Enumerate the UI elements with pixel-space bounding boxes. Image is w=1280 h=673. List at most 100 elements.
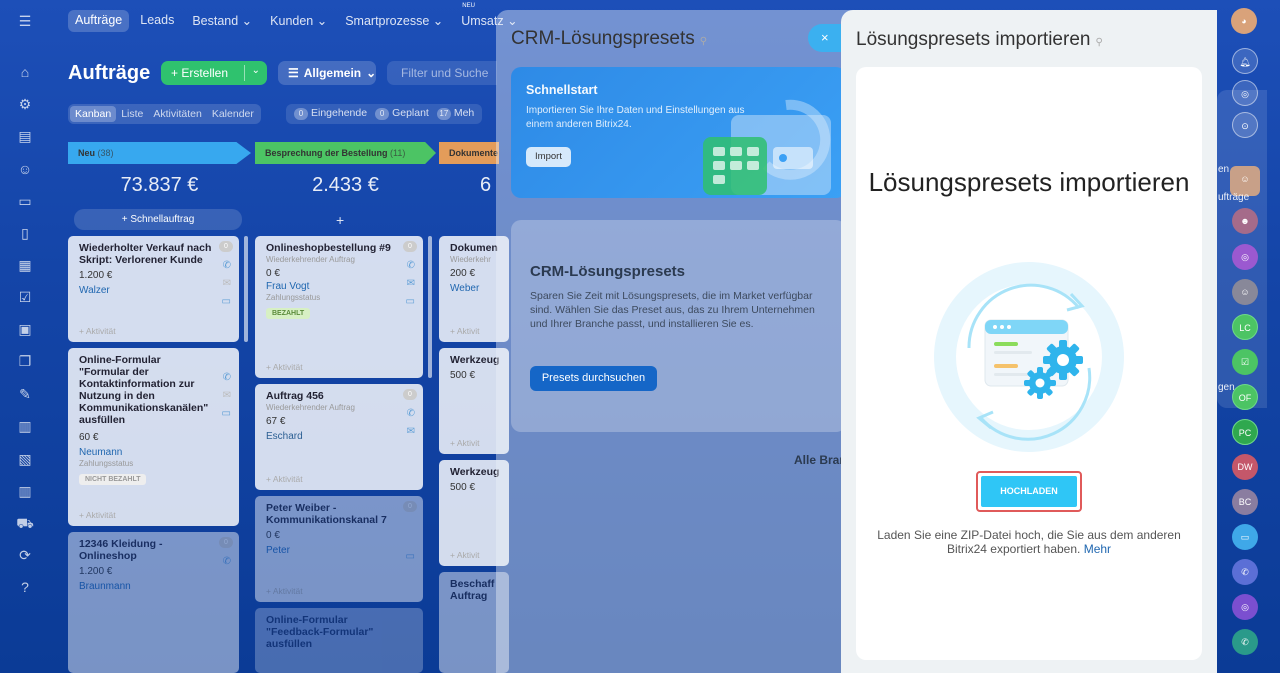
kanban-card[interactable]: Onlineshopbestellung #9 Wiederkehrender … (255, 236, 423, 378)
chat-avatar[interactable]: LC (1232, 314, 1258, 340)
copy-icon[interactable]: ❐ (16, 352, 34, 370)
tab-aktivitaeten[interactable]: Aktivitäten (148, 106, 206, 122)
chat-avatar[interactable]: DW (1232, 454, 1258, 480)
bell-icon[interactable]: 🔔︎ (1232, 48, 1258, 74)
column-header-dokumente[interactable]: Dokumente (439, 142, 499, 164)
chat-avatar[interactable]: BC (1232, 489, 1258, 515)
settings-icon[interactable]: ⚙ (16, 95, 34, 113)
gallery-icon[interactable]: ▧ (16, 450, 34, 468)
crm-icon[interactable]: ▭ (16, 192, 34, 210)
phone-icon[interactable]: ✆ (407, 260, 415, 271)
card-title[interactable]: Online-Formular "Feedback-Formular" ausf… (266, 614, 406, 650)
close-slider-button[interactable]: × (808, 24, 842, 52)
copilot-icon[interactable]: ◎ (1232, 80, 1258, 106)
column-scrollbar[interactable] (244, 236, 248, 342)
inventory-icon[interactable]: ▥ (16, 417, 34, 435)
chevron-down-icon[interactable]: ⌄ (252, 65, 260, 76)
add-activity-link[interactable]: + Aktivität (266, 586, 303, 596)
menu-icon[interactable]: ☰ (16, 12, 34, 30)
kanban-card[interactable]: Peter Weiber - Kommunikationskanal 7 0 €… (255, 496, 423, 602)
chat-avatar[interactable]: ☑ (1232, 349, 1258, 375)
kanban-card[interactable]: Online-Formular "Formular der Kontaktinf… (68, 348, 239, 526)
nav-bestand[interactable]: Bestand ⌄ (185, 10, 259, 32)
add-activity-link[interactable]: + Aktivität (266, 362, 303, 372)
quick-order-button[interactable]: + Schnellauftrag (74, 209, 242, 230)
automation-icon[interactable]: ⟳ (16, 546, 34, 564)
phone-icon[interactable]: ✆ (223, 556, 231, 567)
upload-button[interactable]: HOCHLADEN (981, 476, 1077, 507)
counter-planned[interactable]: 0 Geplant (375, 107, 429, 121)
card-title[interactable]: Werkzeug (450, 354, 499, 366)
help-icon[interactable]: ? (16, 578, 34, 596)
chat-avatar[interactable]: OF (1232, 384, 1258, 410)
pin-icon[interactable]: ⚲ (1095, 37, 1102, 48)
feed-icon[interactable]: ▤ (16, 127, 34, 145)
mail-icon[interactable]: ✉ (223, 278, 231, 289)
pin-icon[interactable]: ⚲ (700, 36, 707, 47)
add-card-button[interactable]: + (336, 212, 344, 228)
user-avatar[interactable]: ◕ (1231, 8, 1257, 34)
card-contact[interactable]: Neumann (79, 447, 228, 458)
column-header-besprechung[interactable]: Besprechung der Bestellung (11) (255, 142, 436, 164)
nav-auftraege[interactable]: Aufträge (68, 10, 130, 32)
nav-smartprozesse[interactable]: Smartprozesse ⌄ (338, 10, 450, 32)
browse-presets-button[interactable]: Presets durchsuchen (530, 366, 657, 391)
tab-kanban[interactable]: Kanban (70, 106, 117, 122)
card-contact[interactable]: Weber (450, 283, 498, 294)
phone-icon[interactable]: ✆ (223, 372, 231, 383)
kanban-card[interactable]: Wiederholter Verkauf nach Skript: Verlor… (68, 236, 239, 342)
add-activity-link[interactable]: + Aktivit (450, 550, 480, 560)
add-activity-link[interactable]: + Aktivität (79, 326, 116, 336)
nav-kunden[interactable]: Kunden ⌄ (263, 10, 334, 32)
chat-avatar[interactable]: PC (1232, 419, 1258, 445)
chat-avatar[interactable]: ◎ (1232, 244, 1258, 270)
add-activity-link[interactable]: + Aktivität (266, 474, 303, 484)
search-input[interactable]: Filter und Suche (387, 61, 497, 85)
documents-icon[interactable]: ▯ (16, 224, 34, 242)
counter-incoming[interactable]: 0 Eingehende (294, 107, 367, 121)
add-activity-link[interactable]: + Aktivität (79, 510, 116, 520)
home-icon[interactable]: ⌂ (16, 63, 34, 81)
contacts-icon[interactable]: ☺ (16, 160, 34, 178)
card-title[interactable]: Peter Weiber - Kommunikationskanal 7 (266, 502, 396, 526)
filter-preset-button[interactable]: ☰ Allgemein ⌄ (278, 61, 376, 85)
chat-icon[interactable]: ▭ (406, 551, 415, 562)
analytics-icon[interactable]: ▥ (16, 482, 34, 500)
card-title[interactable]: Onlineshopbestellung #9 (266, 242, 412, 254)
chat-icon[interactable]: ▭ (222, 408, 231, 419)
chat-avatar[interactable]: ☺ (1232, 279, 1258, 305)
card-contact[interactable]: Walzer (79, 285, 228, 296)
card-title[interactable]: Werkzeug (450, 466, 499, 478)
card-title[interactable]: Wiederholter Verkauf nach Skript: Verlor… (79, 242, 214, 266)
mail-icon[interactable]: ✉ (223, 390, 231, 401)
card-contact[interactable]: Frau Vogt (266, 281, 412, 292)
card-contact[interactable]: Braunmann (79, 581, 228, 592)
phone-icon[interactable]: ✆ (1232, 629, 1258, 655)
import-button[interactable]: Import (526, 147, 571, 167)
phone-icon[interactable]: ✆ (407, 408, 415, 419)
chat-avatar[interactable]: ◎ (1232, 594, 1258, 620)
kanban-card[interactable]: Auftrag 456 Wiederkehrender Auftrag 67 €… (255, 384, 423, 490)
tab-kalender[interactable]: Kalender (207, 106, 259, 122)
chat-icon[interactable]: ▭ (222, 296, 231, 307)
chat-icon[interactable]: ▭ (406, 296, 415, 307)
card-contact[interactable]: Eschard (266, 431, 412, 442)
card-title[interactable]: Online-Formular "Formular der Kontaktinf… (79, 354, 214, 426)
kanban-card[interactable]: Online-Formular "Feedback-Formular" ausf… (255, 608, 423, 673)
column-header-neu[interactable]: Neu (38) (68, 142, 251, 164)
sign-icon[interactable]: ✎ (16, 385, 34, 403)
shop-icon[interactable]: ⛟ (16, 514, 34, 532)
all-branches-label[interactable]: Alle Bran (794, 453, 847, 467)
kanban-card[interactable]: 12346 Kleidung - Onlineshop 1.200 € Brau… (68, 532, 239, 673)
counter-more[interactable]: 17 Meh (436, 107, 474, 121)
card-title[interactable]: Dokumen (450, 242, 498, 254)
phone-icon[interactable]: ✆ (223, 260, 231, 271)
card-title[interactable]: Beschaff Auftrag (450, 578, 498, 602)
mail-icon[interactable]: ✉ (407, 426, 415, 437)
chat-avatar[interactable]: ☻ (1232, 208, 1258, 234)
tasks-icon[interactable]: ☑ (16, 288, 34, 306)
column-scrollbar[interactable] (428, 236, 432, 378)
calendar-icon[interactable]: ▣ (16, 320, 34, 338)
card-title[interactable]: 12346 Kleidung - Onlineshop (79, 538, 199, 562)
add-activity-link[interactable]: + Aktivit (450, 326, 480, 336)
